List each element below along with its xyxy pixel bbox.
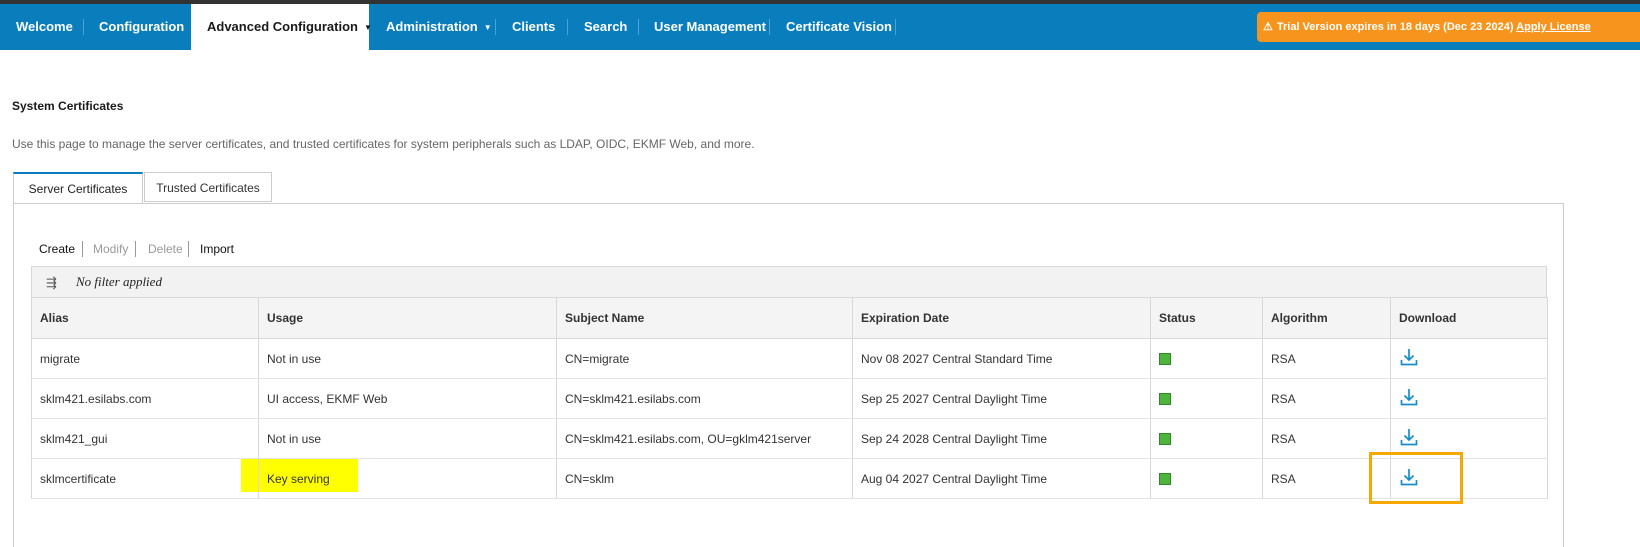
column-header-expiration-date[interactable]: Expiration Date <box>852 297 1151 339</box>
tab-server-certificates[interactable]: Server Certificates <box>13 172 143 204</box>
status-ok-icon <box>1159 433 1171 446</box>
cell-expiration: Nov 08 2027 Central Standard Time <box>852 338 1151 379</box>
status-ok-icon <box>1159 353 1171 366</box>
cell-usage: Key serving <box>258 458 557 499</box>
nav-user-management-label: User Management <box>654 19 766 34</box>
column-header-alias[interactable]: Alias <box>31 297 259 339</box>
download-icon[interactable] <box>1399 347 1419 370</box>
delete-button[interactable]: Delete <box>148 241 183 257</box>
nav-advanced-configuration[interactable]: Advanced Configuration ▼ <box>191 4 372 50</box>
nav-certificate-vision[interactable]: Certificate Vision <box>786 4 892 50</box>
cell-expiration: Sep 25 2027 Central Daylight Time <box>852 378 1151 419</box>
status-ok-icon <box>1159 393 1171 406</box>
cell-subject: CN=sklm <box>556 458 853 499</box>
warning-icon: ⚠ <box>1263 21 1273 33</box>
nav-search-label: Search <box>584 19 628 34</box>
download-icon[interactable] <box>1399 427 1419 450</box>
page-description: Use this page to manage the server certi… <box>12 137 755 151</box>
chevron-down-icon: ▼ <box>483 22 492 32</box>
cell-subject: CN=sklm421.esilabs.com <box>556 378 853 419</box>
table-header-row: Alias Usage Subject Name Expiration Date… <box>31 297 1548 339</box>
nav-configuration-label: Configuration <box>99 19 185 34</box>
column-header-download[interactable]: Download <box>1390 297 1548 339</box>
table-row[interactable]: sklmcertificate Key serving CN=sklm Aug … <box>31 458 1548 499</box>
cell-usage: Not in use <box>258 418 557 459</box>
column-header-status[interactable]: Status <box>1150 297 1263 339</box>
nav-separator <box>638 19 639 35</box>
cell-status <box>1150 378 1263 419</box>
cell-download <box>1390 338 1548 379</box>
cell-usage-text: Key serving <box>267 471 330 486</box>
nav-search[interactable]: Search <box>584 4 627 50</box>
cell-subject: CN=sklm421.esilabs.com, OU=gklm421server <box>556 418 853 459</box>
table-row[interactable]: sklm421.esilabs.com UI access, EKMF Web … <box>31 378 1548 419</box>
toolbar-separator <box>135 241 136 257</box>
nav-administration-label: Administration <box>386 19 478 34</box>
table-row[interactable]: migrate Not in use CN=migrate Nov 08 202… <box>31 338 1548 379</box>
table-row[interactable]: sklm421_gui Not in use CN=sklm421.esilab… <box>31 418 1548 459</box>
nav-administration[interactable]: Administration ▼ <box>386 4 492 50</box>
tab-trusted-certificates[interactable]: Trusted Certificates <box>144 172 272 202</box>
nav-separator <box>495 19 496 35</box>
status-ok-icon <box>1159 473 1171 486</box>
chevron-down-icon: ▼ <box>363 22 372 32</box>
cell-status <box>1150 418 1263 459</box>
cell-download <box>1390 378 1548 419</box>
download-icon[interactable] <box>1399 387 1419 410</box>
nav-user-management[interactable]: User Management <box>654 4 766 50</box>
nav-advanced-configuration-label: Advanced Configuration <box>207 19 358 34</box>
modify-button[interactable]: Modify <box>93 241 128 257</box>
cell-alias: migrate <box>31 338 259 379</box>
cell-alias: sklm421_gui <box>31 418 259 459</box>
filter-status-text: No filter applied <box>76 274 162 289</box>
toolbar-separator <box>82 241 83 257</box>
cell-algorithm: RSA <box>1262 378 1391 419</box>
tab-trusted-certificates-label: Trusted Certificates <box>156 181 260 195</box>
column-header-algorithm[interactable]: Algorithm <box>1262 297 1391 339</box>
trial-banner: ⚠ Trial Version expires in 18 days (Dec 2… <box>1257 12 1640 42</box>
nav-separator <box>83 19 84 35</box>
page-title: System Certificates <box>12 99 124 113</box>
cell-usage: UI access, EKMF Web <box>258 378 557 419</box>
cell-expiration: Sep 24 2028 Central Daylight Time <box>852 418 1151 459</box>
toolbar: Create Modify Delete Import <box>0 241 300 257</box>
certificates-table: Alias Usage Subject Name Expiration Date… <box>31 297 1548 499</box>
nav-separator <box>895 19 896 35</box>
nav-welcome[interactable]: Welcome <box>16 4 73 50</box>
cell-alias: sklm421.esilabs.com <box>31 378 259 419</box>
nav-clients-label: Clients <box>512 19 556 34</box>
cell-alias: sklmcertificate <box>31 458 259 499</box>
filter-icon[interactable]: ⇶ <box>46 275 57 291</box>
nav-configuration[interactable]: Configuration <box>99 4 184 50</box>
nav-separator <box>769 19 770 35</box>
column-header-usage[interactable]: Usage <box>258 297 557 339</box>
cell-status <box>1150 338 1263 379</box>
cell-status <box>1150 458 1263 499</box>
create-button[interactable]: Create <box>39 241 75 257</box>
filter-bar: ⇶ No filter applied <box>31 266 1547 298</box>
tab-server-certificates-label: Server Certificates <box>28 182 128 196</box>
cell-expiration: Aug 04 2027 Central Daylight Time <box>852 458 1151 499</box>
nav-welcome-label: Welcome <box>16 19 73 34</box>
cell-usage: Not in use <box>258 338 557 379</box>
toolbar-separator <box>188 241 189 257</box>
import-button[interactable]: Import <box>200 241 234 257</box>
cell-algorithm: RSA <box>1262 338 1391 379</box>
nav-separator <box>567 19 568 35</box>
trial-text: Trial Version expires in 18 days (Dec 23… <box>1276 21 1514 33</box>
cell-subject: CN=migrate <box>556 338 853 379</box>
nav-clients[interactable]: Clients <box>512 4 555 50</box>
nav-certificate-vision-label: Certificate Vision <box>786 19 892 34</box>
apply-license-link[interactable]: Apply License <box>1516 21 1591 33</box>
column-header-subject-name[interactable]: Subject Name <box>556 297 853 339</box>
download-highlight-box <box>1369 452 1463 504</box>
